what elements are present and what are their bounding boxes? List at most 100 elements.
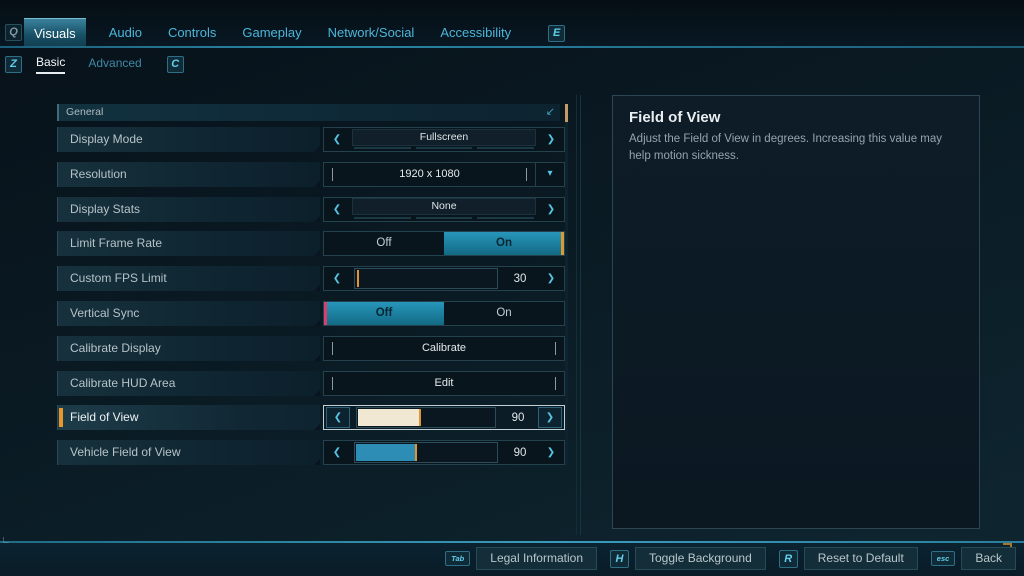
chevron-right-icon[interactable]: ❯ (538, 128, 564, 151)
key-hint-q: Q (5, 24, 22, 41)
toggle-option-off[interactable]: Off (324, 302, 444, 325)
option-indicator (354, 217, 534, 219)
button-label: Edit (333, 377, 555, 389)
row-calibrate-display: Calibrate Display Calibrate (57, 336, 565, 361)
scrollbar-track[interactable] (565, 104, 568, 466)
row-resolution: Resolution 1920 x 1080 ▾ (57, 162, 565, 187)
chevron-left-icon[interactable]: ❮ (326, 407, 350, 428)
setting-label[interactable]: Calibrate Display (57, 336, 320, 361)
key-hint-r: R (779, 550, 798, 568)
tab-gameplay[interactable]: Gameplay (239, 18, 304, 48)
toggle-option-off[interactable]: Off (324, 232, 444, 255)
slider-track[interactable] (354, 442, 498, 463)
subtab-advanced[interactable]: Advanced (88, 56, 141, 73)
subtab-basic[interactable]: Basic (36, 55, 65, 74)
footer-group-legal: Tab Legal Information (445, 547, 597, 570)
chevron-right-icon[interactable]: ❯ (538, 441, 564, 464)
tab-controls[interactable]: Controls (165, 18, 219, 48)
legal-information-button[interactable]: Legal Information (476, 547, 597, 570)
custom-fps-slider: ❮ 30 ❯ (323, 266, 565, 291)
detail-panel: Field of View Adjust the Field of View i… (612, 95, 980, 529)
key-hint-tab: Tab (445, 551, 470, 566)
setting-label[interactable]: Display Stats (57, 197, 320, 222)
chevron-left-icon[interactable]: ❮ (324, 441, 350, 464)
edge-bar (555, 342, 556, 355)
slider-value: 30 (502, 273, 538, 285)
setting-label[interactable]: Vertical Sync (57, 301, 320, 326)
chevron-left-icon[interactable]: ❮ (324, 267, 350, 290)
tab-bar: Visuals Audio Controls Gameplay Network/… (24, 18, 565, 48)
edit-hud-button[interactable]: Edit (323, 371, 565, 396)
detail-title: Field of View (629, 109, 963, 126)
key-hint-c: C (167, 56, 184, 73)
settings-list: General ↙ Display Mode ❮ Fullscreen ❯ Re… (57, 104, 565, 465)
settings-rows: Display Mode ❮ Fullscreen ❯ Resolution 1… (57, 127, 565, 465)
row-display-stats: Display Stats ❮ None ❯ (57, 197, 565, 222)
setting-label[interactable]: Field of View (57, 405, 320, 430)
key-hint-z: Z (5, 56, 22, 73)
setting-label[interactable]: Resolution (57, 162, 320, 187)
subtab-bar: Basic Advanced C (36, 54, 184, 74)
tab-accessibility[interactable]: Accessibility (437, 18, 514, 48)
edge-bar (526, 168, 527, 181)
edge-bar (332, 342, 333, 355)
footer-actions: Tab Legal Information H Toggle Backgroun… (432, 547, 1016, 570)
spinner-value: None (352, 198, 536, 215)
edge-bar (555, 377, 556, 390)
footer-group-background: H Toggle Background (610, 547, 766, 570)
vehicle-fov-slider: ❮ 90 ❯ (323, 440, 565, 465)
slider-track[interactable] (356, 407, 496, 428)
row-custom-fps-limit: Custom FPS Limit ❮ 30 ❯ (57, 266, 565, 291)
edge-bar (332, 377, 333, 390)
calibrate-button[interactable]: Calibrate (323, 336, 565, 361)
setting-label[interactable]: Custom FPS Limit (57, 266, 320, 291)
chevron-right-icon[interactable]: ❯ (538, 198, 564, 221)
setting-label[interactable]: Calibrate HUD Area (57, 371, 320, 396)
section-title: General (66, 106, 103, 118)
section-header-general[interactable]: General ↙ (57, 104, 560, 121)
row-display-mode: Display Mode ❮ Fullscreen ❯ (57, 127, 565, 152)
toggle-option-on[interactable]: On (444, 302, 564, 325)
slider-handle[interactable] (415, 444, 417, 461)
setting-label[interactable]: Limit Frame Rate (57, 231, 320, 256)
chevron-left-icon[interactable]: ❮ (324, 128, 350, 151)
chevron-right-icon[interactable]: ❯ (538, 407, 562, 428)
slider-handle[interactable] (357, 270, 359, 287)
tab-audio[interactable]: Audio (106, 18, 145, 48)
limit-frame-rate-toggle: Off On (323, 231, 565, 256)
row-vertical-sync: Vertical Sync Off On (57, 301, 565, 326)
setting-label[interactable]: Display Mode (57, 127, 320, 152)
scrollbar-thumb[interactable] (565, 104, 568, 122)
footer-group-reset: R Reset to Default (779, 547, 918, 570)
chevron-down-icon[interactable]: ▾ (535, 163, 564, 186)
collapse-icon[interactable]: ↙ (546, 104, 555, 121)
tab-network-social[interactable]: Network/Social (325, 18, 418, 48)
toggle-background-button[interactable]: Toggle Background (635, 547, 766, 570)
slider-track[interactable] (354, 268, 498, 289)
toggle-accent (324, 302, 327, 325)
vertical-sync-toggle: Off On (323, 301, 565, 326)
tab-underline (0, 46, 1024, 48)
reset-to-default-button[interactable]: Reset to Default (804, 547, 918, 570)
panel-divider (576, 95, 577, 535)
dropdown-value: 1920 x 1080 (333, 168, 526, 180)
back-button[interactable]: Back (961, 547, 1016, 570)
toggle-accent (561, 232, 564, 255)
chevron-right-icon[interactable]: ❯ (538, 267, 564, 290)
slider-value: 90 (500, 412, 536, 424)
setting-label[interactable]: Vehicle Field of View (57, 440, 320, 465)
selection-bar (59, 408, 63, 427)
chevron-left-icon[interactable]: ❮ (324, 198, 350, 221)
toggle-option-on[interactable]: On (444, 232, 564, 255)
key-hint-h: H (610, 550, 629, 568)
option-indicator (354, 147, 534, 149)
footer-group-back: esc Back (931, 547, 1016, 570)
tab-visuals[interactable]: Visuals (24, 18, 86, 48)
key-hint-esc: esc (931, 551, 956, 566)
slider-handle[interactable] (419, 409, 421, 426)
resolution-dropdown[interactable]: 1920 x 1080 ▾ (323, 162, 565, 187)
slider-fill (356, 444, 416, 461)
spinner-value: Fullscreen (352, 129, 536, 146)
row-vehicle-field-of-view: Vehicle Field of View ❮ 90 ❯ (57, 440, 565, 465)
button-label: Calibrate (333, 342, 555, 354)
